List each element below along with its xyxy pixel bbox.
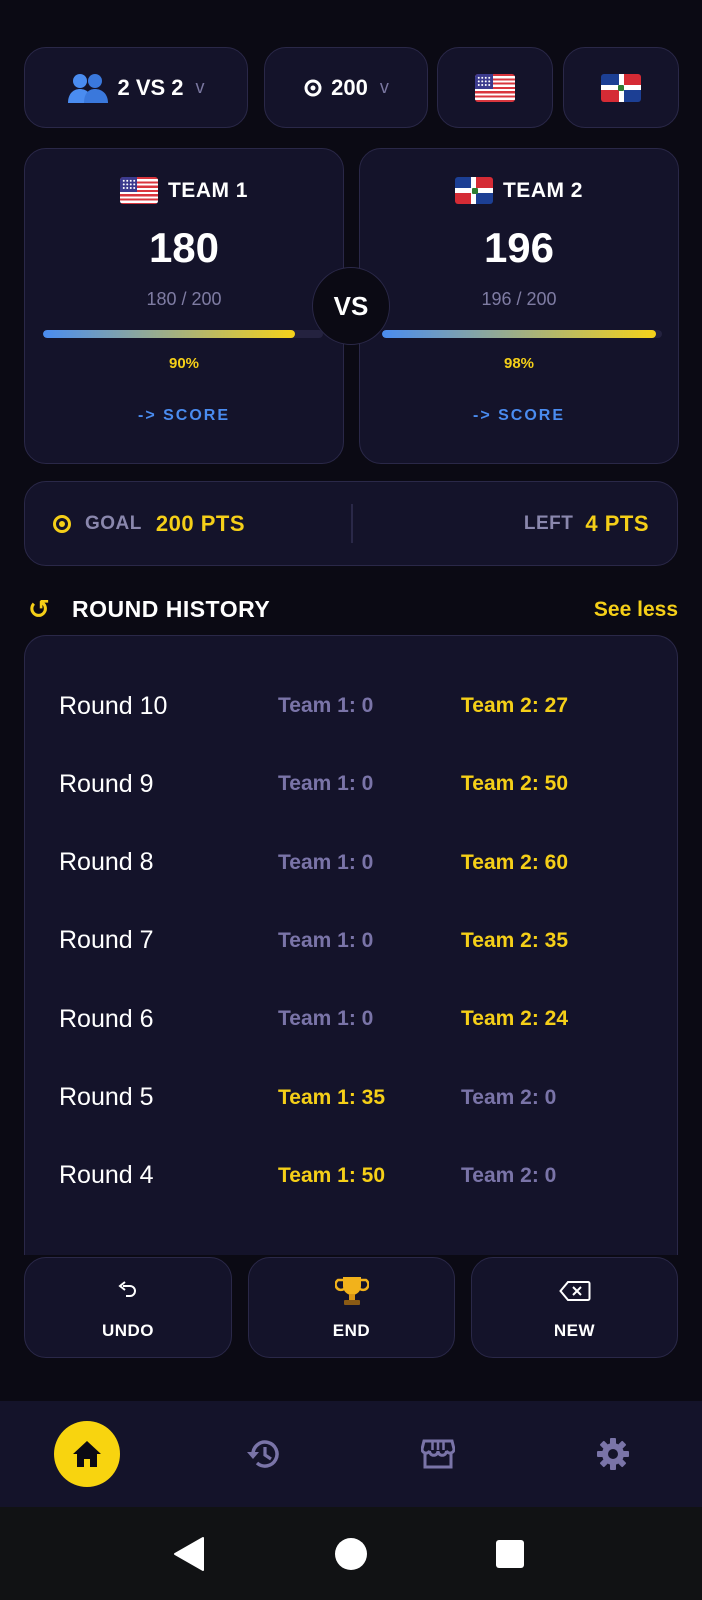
nav-store[interactable] <box>398 1401 478 1507</box>
team1-round-score: Team 1: 35 <box>278 1085 385 1109</box>
round-number: Round 10 <box>59 691 168 720</box>
undo-icon <box>118 1280 136 1297</box>
team1-round-score: Team 1: 0 <box>278 694 374 717</box>
chevron-down-icon: v <box>195 77 205 97</box>
system-home-button[interactable] <box>321 1507 381 1600</box>
round-number: Round 6 <box>59 1004 154 1033</box>
nav-home[interactable] <box>47 1401 127 1507</box>
us-flag-icon <box>475 73 515 102</box>
undo-button[interactable]: UNDO <box>24 1257 232 1358</box>
undo-label: UNDO <box>101 1320 155 1340</box>
table-row: Round 4 Team 1: 50 Team 2: 0 <box>25 1156 677 1196</box>
back-triangle-icon <box>174 1536 204 1571</box>
new-button[interactable]: NEW <box>471 1257 678 1358</box>
team2-round-score: Team 2: 0 <box>461 1163 557 1187</box>
left-label: LEFT <box>523 512 574 534</box>
team2-round-score: Team 2: 60 <box>461 850 568 874</box>
goal-value: 200 PTS <box>155 510 245 536</box>
team1-round-score: Team 1: 0 <box>278 772 374 796</box>
goal-selector[interactable]: 200 v <box>264 47 428 128</box>
table-row: Round 7 Team 1: 0 Team 2: 35 <box>25 921 677 961</box>
team1-percent: 90% <box>168 355 200 372</box>
end-label: END <box>332 1320 371 1340</box>
new-label: NEW <box>553 1320 596 1340</box>
team1-card[interactable]: TEAM 1 180 180 / 200 90% -> SCORE <box>24 148 344 464</box>
team2-fraction: 196 / 200 <box>481 289 557 309</box>
target-icon <box>53 514 71 533</box>
team2-progress-bar <box>382 330 662 338</box>
team1-progress-fill <box>43 330 295 338</box>
end-button[interactable]: END <box>248 1257 455 1358</box>
table-row: Round 8 Team 1: 0 Team 2: 60 <box>25 843 677 883</box>
dominican-republic-flag-icon <box>454 177 493 204</box>
goal-card: GOAL 200 PTS LEFT 4 PTS <box>24 481 678 566</box>
round-history-list[interactable]: Round 10 Team 1: 0 Team 2: 27 Round 9 Team 1… <box>24 635 678 1255</box>
trophy-icon <box>334 1276 369 1305</box>
team1-progress-bar <box>43 330 323 338</box>
home-icon <box>73 1441 101 1467</box>
team2-score-link[interactable]: -> SCORE <box>360 407 678 425</box>
team2-round-score: Team 2: 27 <box>461 694 568 717</box>
round-number: Round 9 <box>59 769 154 798</box>
goal-label: GOAL <box>85 512 142 534</box>
team1-flag-selector[interactable] <box>437 47 553 128</box>
team2-card[interactable]: TEAM 2 196 196 / 200 98% -> SCORE <box>359 148 679 464</box>
team1-score-link[interactable]: -> SCORE <box>25 407 343 425</box>
system-back-button[interactable] <box>160 1507 220 1600</box>
left-value: 4 PTS <box>585 510 649 536</box>
team1-fraction: 180 / 200 <box>146 289 222 309</box>
team2-progress-fill <box>382 330 657 338</box>
table-row: Round 6 Team 1: 0 Team 2: 24 <box>25 999 677 1039</box>
team1-name: TEAM 1 <box>167 178 248 202</box>
vs-badge: VS <box>312 267 390 345</box>
team2-name: TEAM 2 <box>502 178 583 202</box>
team1-round-score: Team 1: 0 <box>278 928 374 952</box>
refresh-icon: ↺ <box>28 594 50 624</box>
bottom-nav <box>0 1401 702 1507</box>
table-row: Round 5 Team 1: 35 Team 2: 0 <box>25 1078 677 1118</box>
team1-round-score: Team 1: 0 <box>278 1007 374 1031</box>
team1-round-score: Team 1: 50 <box>278 1163 385 1187</box>
round-number: Round 4 <box>59 1161 154 1190</box>
team2-round-score: Team 2: 24 <box>461 1007 568 1031</box>
table-row: Round 9 Team 1: 0 Team 2: 50 <box>25 764 677 804</box>
team2-percent: 98% <box>503 355 535 372</box>
round-number: Round 7 <box>59 926 154 955</box>
users-icon <box>68 73 109 103</box>
round-history-title: ROUND HISTORY <box>72 596 271 622</box>
divider <box>351 504 353 543</box>
history-icon <box>247 1440 279 1468</box>
system-nav-bar <box>0 1507 702 1600</box>
team2-round-score: Team 2: 50 <box>461 772 568 796</box>
round-number: Round 8 <box>59 848 154 877</box>
team2-round-score: Team 2: 35 <box>461 928 568 952</box>
team1-round-score: Team 1: 0 <box>278 850 374 874</box>
team2-score: 196 <box>483 224 555 271</box>
dominican-republic-flag-icon <box>601 73 641 102</box>
round-history-header: ↺ ROUND HISTORY See less <box>28 594 678 625</box>
team1-score: 180 <box>148 224 220 271</box>
nav-history[interactable] <box>223 1401 303 1507</box>
system-recents-button[interactable] <box>480 1507 540 1600</box>
mode-selector[interactable]: 2 VS 2 v <box>24 47 248 128</box>
table-row: Round 10 Team 1: 0 Team 2: 27 <box>25 686 677 726</box>
target-icon <box>304 79 322 96</box>
see-less-button[interactable]: See less <box>594 598 678 622</box>
store-icon <box>421 1439 455 1469</box>
round-number: Round 5 <box>59 1083 154 1111</box>
team2-flag-selector[interactable] <box>563 47 679 128</box>
nav-settings[interactable] <box>573 1401 653 1507</box>
mode-label: 2 VS 2 <box>117 74 184 100</box>
us-flag-icon <box>119 177 158 204</box>
home-circle-icon <box>335 1537 367 1570</box>
goal-selector-value: 200 <box>331 74 368 100</box>
recents-square-icon <box>496 1539 524 1568</box>
settings-icon <box>597 1438 629 1470</box>
chevron-down-icon: v <box>379 77 389 97</box>
team2-round-score: Team 2: 0 <box>461 1085 557 1109</box>
backspace-icon <box>558 1280 590 1301</box>
